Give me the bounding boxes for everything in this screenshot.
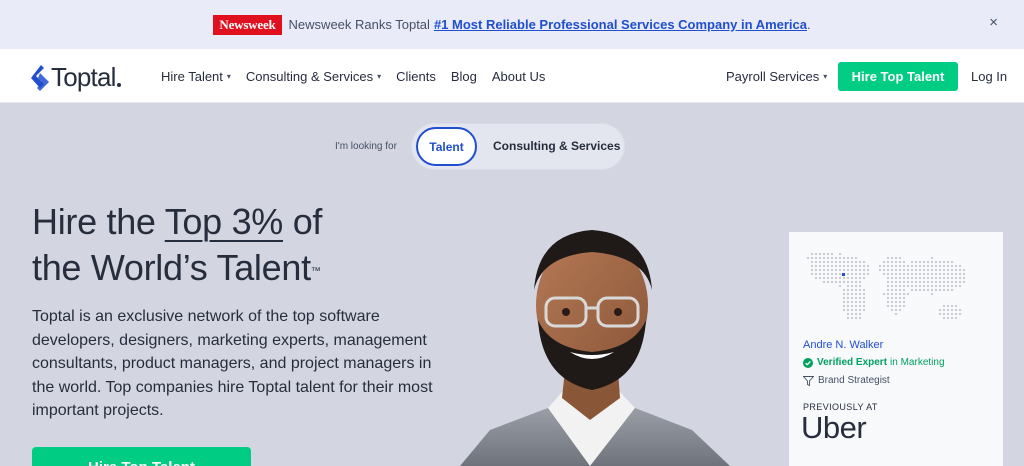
audience-toggle: Talent Consulting & Services (411, 123, 625, 170)
hire-top-talent-button[interactable]: Hire Top Talent (838, 62, 958, 91)
expert-card[interactable]: Andre N. Walker Verified Expert in Marke… (789, 232, 1003, 466)
toptal-logo[interactable]: Toptal (31, 62, 121, 93)
expert-portrait (460, 230, 730, 466)
expert-name: Andre N. Walker (803, 339, 884, 351)
trademark-symbol: ™ (310, 266, 321, 277)
toggle-consulting-services[interactable]: Consulting & Services (493, 139, 620, 153)
headline-pre: Hire the (32, 201, 165, 242)
role-label: Brand Strategist (818, 375, 890, 386)
company-logo: Uber (801, 410, 867, 445)
nav-hire-talent[interactable]: Hire Talent ▾ (161, 69, 231, 84)
announcement-suffix: . (807, 17, 811, 32)
announcement-bar: Newsweek Newsweek Ranks Toptal #1 Most R… (0, 0, 1024, 49)
nav-payroll-services[interactable]: Payroll Services ▾ (726, 69, 827, 84)
chevron-down-icon: ▾ (377, 72, 382, 81)
toptal-logo-icon (31, 64, 49, 91)
nav-label: Payroll Services (726, 69, 820, 84)
headline-mid: of (283, 201, 323, 242)
toggle-talent[interactable]: Talent (416, 127, 477, 166)
main-nav: Hire Talent ▾ Consulting & Services ▾ Cl… (161, 69, 545, 84)
announcement-link[interactable]: #1 Most Reliable Professional Services C… (434, 17, 807, 32)
logo-dot (116, 82, 121, 87)
nav-blog[interactable]: Blog (451, 69, 477, 84)
headline-highlight: Top 3% (164, 201, 284, 242)
verified-label: Verified Expert (817, 357, 888, 368)
headline-line2: the World’s Talent (32, 247, 311, 288)
newsweek-logo: Newsweek (213, 14, 282, 35)
login-link[interactable]: Log In (971, 69, 1007, 84)
verified-field: in Marketing (890, 357, 945, 368)
chevron-down-icon: ▾ (823, 72, 828, 81)
expert-role: Brand Strategist (803, 375, 890, 386)
funnel-icon (803, 375, 814, 386)
nav-label: About Us (491, 69, 546, 84)
nav-label: Hire Talent (161, 69, 223, 84)
looking-for-label: I'm looking for (335, 141, 397, 152)
hero-headline: Hire the Top 3% of the World’s Talent™ (32, 199, 322, 291)
nav-label: Clients (396, 69, 436, 84)
hero-description: Toptal is an exclusive network of the to… (32, 308, 433, 419)
logo-text: Toptal (51, 62, 116, 92)
verified-badge: Verified Expert in Marketing (803, 357, 945, 368)
nav-consulting-services[interactable]: Consulting & Services ▾ (246, 69, 381, 84)
announcement-text: Newsweek Ranks Toptal (288, 17, 430, 32)
verified-check-icon (803, 357, 813, 368)
world-map-icon (806, 252, 966, 320)
nav-about-us[interactable]: About Us (492, 69, 545, 84)
nav-label: Blog (450, 69, 477, 84)
chevron-down-icon: ▾ (226, 72, 231, 81)
close-icon[interactable]: × (989, 14, 998, 31)
nav-clients[interactable]: Clients (396, 69, 436, 84)
nav-label: Consulting & Services (245, 69, 374, 84)
hero-cta-button[interactable]: Hire Top Talent (32, 447, 251, 466)
site-header: Toptal Hire Talent ▾ Consulting & Servic… (0, 49, 1024, 103)
